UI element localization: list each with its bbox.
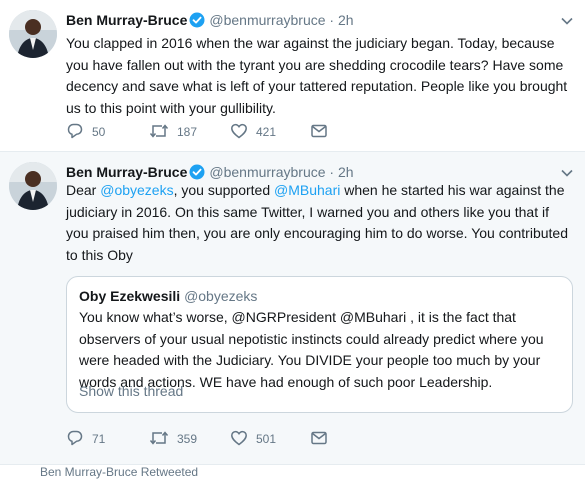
tweet[interactable]: Ben Murray-Bruce @benmurraybruce · 2h Dea… [0, 152, 585, 465]
timestamp[interactable]: 2h [338, 12, 354, 28]
tweet-text: Dear @obyezeks, you supported @MBuhari w… [66, 180, 571, 266]
author-handle[interactable]: @benmurraybruce [209, 12, 325, 28]
separator: · [329, 164, 335, 180]
retweet-count: 359 [177, 432, 198, 446]
like-button[interactable]: 501 [230, 429, 276, 449]
verified-badge-icon [189, 12, 205, 33]
retweet-icon [149, 124, 177, 139]
retweet-button[interactable]: 359 [149, 429, 197, 449]
mention-link[interactable]: @obyezeks [100, 182, 173, 198]
message-icon [310, 431, 336, 446]
mention-link[interactable]: @MBuhari [274, 182, 340, 198]
quoted-tweet-text: You know what’s worse, @NGRPresident @MB… [79, 309, 544, 390]
reply-button[interactable]: 50 [66, 122, 105, 142]
separator: · [329, 12, 335, 28]
direct-message-button[interactable] [310, 122, 336, 142]
show-thread-link[interactable]: Show this thread [79, 383, 183, 399]
avatar[interactable] [9, 10, 57, 58]
like-icon [230, 123, 256, 139]
retweet-context: Ben Murray-Bruce Retweeted [40, 465, 198, 479]
tweet-header: Ben Murray-Bruce @benmurraybruce · 2h [66, 10, 354, 30]
retweet-button[interactable]: 187 [149, 122, 197, 142]
author-name[interactable]: Ben Murray-Bruce [66, 164, 187, 180]
timestamp[interactable]: 2h [338, 164, 354, 180]
text-segment: Dear [66, 182, 101, 198]
text-segment: , you supported [173, 182, 274, 198]
author-name[interactable]: Ben Murray-Bruce [66, 12, 187, 28]
direct-message-button[interactable] [310, 429, 336, 449]
retweet-count: 187 [177, 125, 198, 139]
like-count: 421 [256, 125, 277, 139]
avatar[interactable] [9, 162, 57, 210]
like-icon [230, 430, 256, 446]
retweet-context-text: Ben Murray-Bruce Retweeted [40, 465, 199, 479]
like-count: 501 [256, 432, 277, 446]
quoted-author-handle: @obyezeks [184, 288, 258, 304]
reply-icon [66, 430, 92, 446]
retweet-icon [149, 431, 177, 446]
quoted-tweet[interactable]: Oby Ezekwesili @obyezeks You know what’s… [66, 276, 573, 413]
reply-count: 71 [92, 432, 106, 446]
like-button[interactable]: 421 [230, 122, 276, 142]
quoted-tweet-header: Oby Ezekwesili @obyezeks [79, 287, 257, 305]
reply-count: 50 [92, 125, 106, 139]
tweet-text: You clapped in 2016 when the war against… [66, 35, 568, 116]
tweet-header: Ben Murray-Bruce @benmurraybruce · 2h [66, 162, 354, 182]
message-icon [310, 124, 336, 139]
tweet[interactable]: Ben Murray-Bruce @benmurraybruce · 2h You… [0, 0, 585, 152]
chevron-down-icon[interactable] [561, 12, 573, 30]
reply-button[interactable]: 71 [66, 429, 105, 449]
quoted-author-name: Oby Ezekwesili [79, 288, 181, 304]
reply-icon [66, 123, 92, 139]
author-handle[interactable]: @benmurraybruce [209, 164, 325, 180]
